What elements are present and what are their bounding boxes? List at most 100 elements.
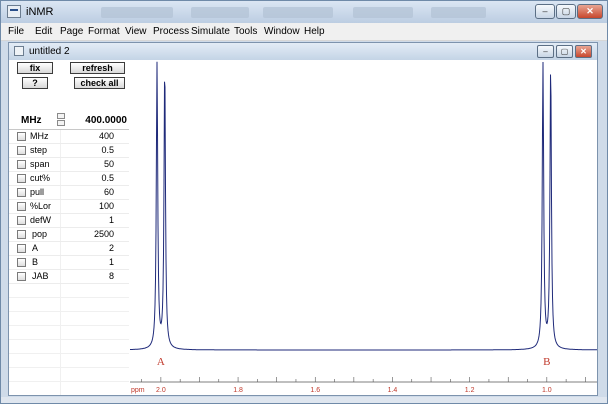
help-button[interactable]: ? <box>22 77 48 89</box>
tick-label: 1.6 <box>310 387 320 394</box>
param-row-a: A 2 <box>9 242 129 256</box>
ppm-axis: ppm 2.0 1.8 1.6 1.4 1.2 1.0 <box>130 377 597 394</box>
param-name: span <box>30 159 50 169</box>
param-row-pull: pull 60 <box>9 186 129 200</box>
param-value[interactable]: 100 <box>99 201 114 211</box>
document-minimize-button[interactable]: – <box>537 45 554 58</box>
peak-labels: AB <box>157 356 551 368</box>
peak-label-a: A <box>157 356 165 368</box>
param-value[interactable]: 0.5 <box>101 145 114 155</box>
param-checkbox[interactable] <box>17 188 26 197</box>
spectrum-plot[interactable]: ppm 2.0 1.8 1.6 1.4 1.2 1.0 AB <box>130 60 597 395</box>
frequency-label: MHz <box>21 115 42 126</box>
app-window: iNMR – ▢ ✕ File Edit Page Format View Pr… <box>0 0 608 404</box>
param-row-pop: pop 2500 <box>9 228 129 242</box>
close-button[interactable]: ✕ <box>577 4 603 19</box>
param-value[interactable]: 1 <box>109 215 114 225</box>
param-checkbox[interactable] <box>17 272 26 281</box>
param-row-lor: %Lor 100 <box>9 200 129 214</box>
parameter-panel: fix refresh ? check all MHz 400.0000 MHz… <box>9 60 129 395</box>
spin-down-icon[interactable] <box>57 120 65 126</box>
param-name: step <box>30 145 48 155</box>
param-row-b: B 1 <box>9 256 129 270</box>
param-checkbox[interactable] <box>17 202 26 211</box>
minimize-button[interactable]: – <box>535 4 555 19</box>
peak-label-b: B <box>543 356 550 368</box>
fix-button[interactable]: fix <box>17 62 53 74</box>
param-row-jab: JAB 8 <box>9 270 129 284</box>
blurred-taskbar-item <box>431 7 486 18</box>
blurred-taskbar-item <box>191 7 249 18</box>
spectrum-svg[interactable]: ppm 2.0 1.8 1.6 1.4 1.2 1.0 AB <box>130 60 597 395</box>
app-icon <box>7 5 21 18</box>
menu-help[interactable]: Help <box>304 26 325 37</box>
param-name: cut% <box>30 173 51 183</box>
param-row-span: span 50 <box>9 158 129 172</box>
tick-label: 2.0 <box>156 387 166 394</box>
param-value[interactable]: 1 <box>109 257 114 267</box>
menu-window[interactable]: Window <box>264 26 300 37</box>
menu-page[interactable]: Page <box>60 26 83 37</box>
empty-grid-row <box>9 326 129 340</box>
param-checkbox[interactable] <box>17 258 26 267</box>
empty-grid-row <box>9 298 129 312</box>
param-value[interactable]: 50 <box>104 159 114 169</box>
empty-grid-row <box>9 368 129 382</box>
param-checkbox[interactable] <box>17 174 26 183</box>
param-name: A <box>32 243 39 253</box>
empty-grid-row <box>9 340 129 354</box>
axis-unit-label: ppm <box>131 387 145 394</box>
tick-label: 1.4 <box>388 387 398 394</box>
param-row-cut: cut% 0.5 <box>9 172 129 186</box>
menu-process[interactable]: Process <box>153 26 189 37</box>
document-title: untitled 2 <box>29 46 70 57</box>
spectrum-trace <box>130 61 597 351</box>
empty-grid-row <box>9 312 129 326</box>
param-row-step: step 0.5 <box>9 144 129 158</box>
param-name: B <box>32 257 39 267</box>
menu-tools[interactable]: Tools <box>234 26 257 37</box>
maximize-button[interactable]: ▢ <box>556 4 576 19</box>
document-window: untitled 2 – ▢ ✕ fix refresh ? check all… <box>8 42 598 396</box>
tick-label: 1.8 <box>233 387 243 394</box>
param-value[interactable]: 0.5 <box>101 173 114 183</box>
param-value[interactable]: 2 <box>109 243 114 253</box>
param-value[interactable]: 2500 <box>94 229 114 239</box>
blurred-taskbar-item <box>353 7 413 18</box>
param-value[interactable]: 8 <box>109 271 114 281</box>
param-checkbox[interactable] <box>17 244 26 253</box>
menu-view[interactable]: View <box>125 26 147 37</box>
app-title: iNMR <box>26 6 54 18</box>
param-row-defw: defW 1 <box>9 214 129 228</box>
param-row-mhz: MHz 400 <box>9 130 129 144</box>
param-name: %Lor <box>30 201 52 211</box>
param-checkbox[interactable] <box>17 132 26 141</box>
spin-up-icon[interactable] <box>57 113 65 119</box>
menu-edit[interactable]: Edit <box>35 26 52 37</box>
check-all-button[interactable]: check all <box>74 77 125 89</box>
param-checkbox[interactable] <box>17 230 26 239</box>
empty-grid-row <box>9 354 129 368</box>
document-close-button[interactable]: ✕ <box>575 45 592 58</box>
tick-label: 1.0 <box>542 387 552 394</box>
tick-label: 1.2 <box>465 387 475 394</box>
document-title-bar[interactable]: untitled 2 – ▢ ✕ <box>9 43 597 60</box>
menu-bar: File Edit Page Format View Process Simul… <box>1 23 607 41</box>
refresh-button[interactable]: refresh <box>70 62 125 74</box>
param-value[interactable]: 60 <box>104 187 114 197</box>
param-name: pop <box>32 229 48 239</box>
param-value[interactable]: 400 <box>99 131 114 141</box>
status-bar <box>1 397 607 403</box>
title-bar[interactable]: iNMR – ▢ ✕ <box>1 1 607 23</box>
param-name: MHz <box>30 131 49 141</box>
frequency-value[interactable]: 400.0000 <box>69 115 127 126</box>
param-checkbox[interactable] <box>17 146 26 155</box>
param-checkbox[interactable] <box>17 160 26 169</box>
menu-simulate[interactable]: Simulate <box>191 26 230 37</box>
document-maximize-button[interactable]: ▢ <box>556 45 573 58</box>
menu-format[interactable]: Format <box>88 26 120 37</box>
param-name: defW <box>30 215 52 225</box>
param-checkbox[interactable] <box>17 216 26 225</box>
param-name: JAB <box>32 271 49 281</box>
menu-file[interactable]: File <box>8 26 24 37</box>
